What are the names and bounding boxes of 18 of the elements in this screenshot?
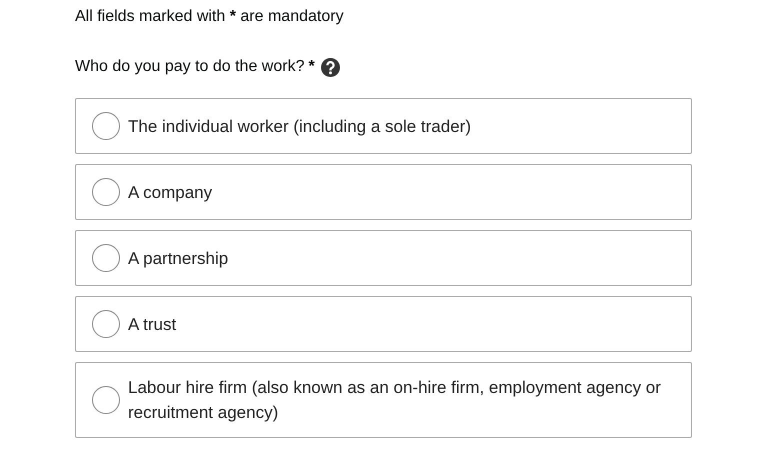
radio-button[interactable]: [92, 112, 120, 140]
option-card[interactable]: A trust: [75, 296, 692, 352]
mandatory-notice: All fields marked with * are mandatory: [75, 7, 345, 27]
option-label: The individual worker (including a sole trader): [128, 116, 471, 138]
question-label: Who do you pay to do the work? *: [75, 57, 315, 77]
radio-button[interactable]: [92, 178, 120, 206]
option-label: A company: [128, 182, 212, 204]
radio-button[interactable]: [92, 310, 120, 338]
option-label: Labour hire firm (also known as an on-hire firm, employment agency or recruitment agency): [128, 377, 662, 424]
option-card[interactable]: A company: [75, 164, 692, 220]
option-card[interactable]: A partnership: [75, 230, 692, 286]
help-icon[interactable]: [320, 58, 340, 76]
option-label: A partnership: [128, 248, 228, 270]
option-label: A trust: [128, 314, 176, 336]
option-card[interactable]: The individual worker (including a sole trader): [75, 98, 692, 154]
radio-button[interactable]: [92, 244, 120, 272]
option-card[interactable]: Labour hire firm (also known as an on-hire firm, employment agency or recruitment agency): [75, 362, 692, 438]
radio-button[interactable]: [92, 386, 120, 414]
